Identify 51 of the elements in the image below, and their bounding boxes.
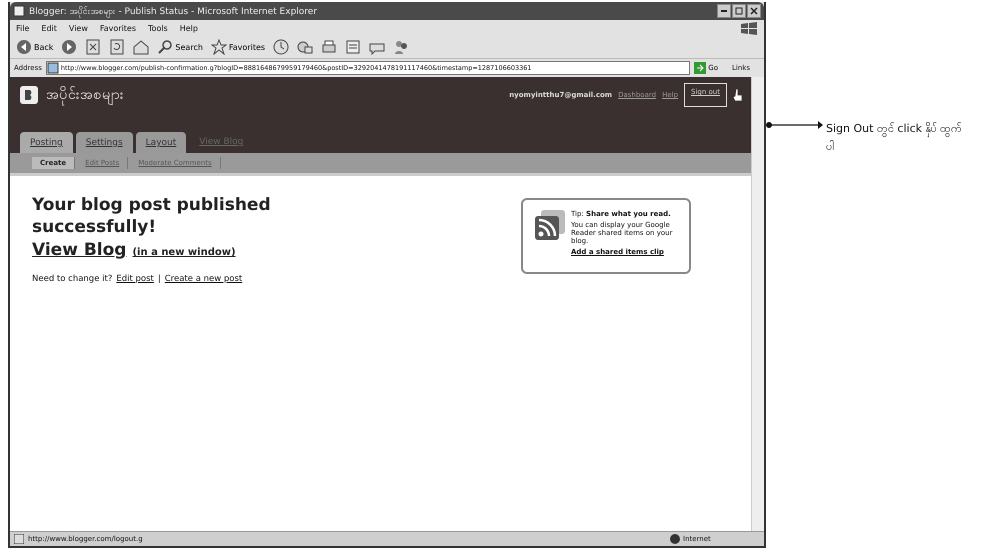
document-icon xyxy=(345,39,362,55)
blog-title: အပိုင်းအစများ xyxy=(46,84,502,106)
blogger-logo-icon xyxy=(20,86,38,104)
mail-icon xyxy=(297,39,314,55)
tab[interactable]: Settings xyxy=(76,132,133,153)
clock-icon xyxy=(273,39,290,55)
stop-icon xyxy=(85,39,102,55)
maximize-icon xyxy=(734,6,744,16)
edit-post-link[interactable]: Edit post xyxy=(116,274,154,284)
history-button[interactable] xyxy=(271,38,292,56)
success-heading: Your blog post published successfully! xyxy=(32,194,272,238)
annotation-text: Sign Out တွင် click နှိပ် ထွက်ပါ xyxy=(826,121,963,155)
people-icon xyxy=(393,39,410,55)
search-button[interactable]: Search xyxy=(155,38,205,56)
favorites-button[interactable]: Favorites xyxy=(208,38,268,56)
home-icon xyxy=(133,39,150,55)
maximize-button[interactable] xyxy=(732,4,746,18)
separator: | xyxy=(158,274,161,284)
minimize-icon xyxy=(721,10,727,12)
tab[interactable]: Layout xyxy=(136,132,186,153)
home-button[interactable] xyxy=(131,38,152,56)
printer-icon xyxy=(321,39,338,55)
globe-icon xyxy=(670,534,680,544)
menu-item[interactable]: View xyxy=(68,24,88,32)
search-icon xyxy=(157,39,174,55)
page-icon xyxy=(46,62,59,74)
rss-feed-icon xyxy=(535,210,565,240)
star-icon xyxy=(210,39,227,55)
windows-logo-icon xyxy=(740,21,758,35)
change-prompt: Need to change it? xyxy=(32,274,112,284)
menu-item[interactable]: Edit xyxy=(41,24,57,32)
close-button[interactable] xyxy=(747,4,761,18)
pointer-arrow-icon xyxy=(766,120,824,130)
close-icon xyxy=(749,6,759,16)
tab[interactable]: Posting xyxy=(20,132,73,153)
new-window-link[interactable]: (in a new window) xyxy=(132,247,236,258)
page-icon xyxy=(13,5,25,17)
back-button[interactable]: Back xyxy=(14,38,56,56)
minimize-button[interactable] xyxy=(717,4,731,18)
menu-item[interactable]: Tools xyxy=(148,24,168,32)
arrow-icon xyxy=(694,62,706,74)
page-icon xyxy=(14,534,24,544)
scrollbar[interactable] xyxy=(751,77,764,531)
menu-item[interactable]: Favorites xyxy=(100,24,136,32)
window-title: Blogger: အပိုင်းအစများ - Publish Status - Microsoft Internet Explorer xyxy=(29,5,318,18)
hand-cursor-icon xyxy=(733,88,743,102)
refresh-icon xyxy=(109,39,126,55)
view-blog-link[interactable]: View Blog xyxy=(32,240,126,260)
menu-item[interactable]: File xyxy=(16,24,30,32)
create-post-link[interactable]: Create a new post xyxy=(164,274,242,284)
menu-item[interactable]: Help xyxy=(180,24,198,32)
